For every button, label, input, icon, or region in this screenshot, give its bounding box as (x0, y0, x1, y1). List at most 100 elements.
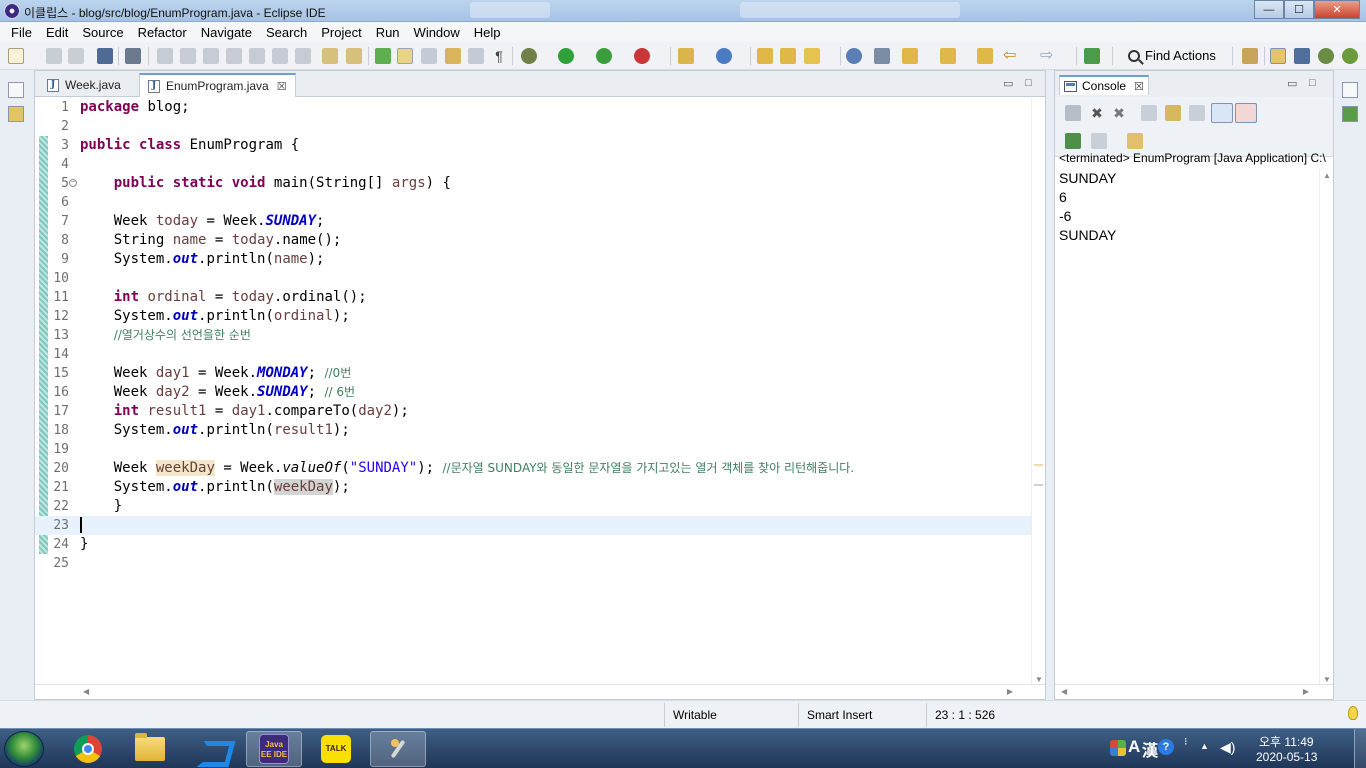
menu-run[interactable]: Run (369, 25, 407, 40)
lightbulb-icon[interactable] (1348, 706, 1358, 720)
scroll-right-icon[interactable]: ▶ (1303, 687, 1309, 696)
forward-arrow-icon[interactable]: ⇨ (1040, 48, 1056, 64)
toggle-breadcrumb-icon[interactable] (375, 48, 391, 64)
fold-toggle-icon[interactable]: − (69, 179, 77, 187)
scroll-left-icon[interactable]: ◀ (83, 687, 89, 696)
save-icon[interactable] (46, 48, 62, 64)
pilcrow-icon[interactable]: ¶ (491, 48, 507, 64)
last-edit-location-icon[interactable] (977, 48, 993, 64)
code-editor[interactable]: 1 package blog; 2 3 public class EnumPro… (35, 98, 1035, 686)
java-ee-perspective-icon[interactable] (1270, 48, 1286, 64)
find-actions-button[interactable]: Find Actions (1128, 48, 1216, 63)
maximize-button[interactable]: ☐ (1284, 0, 1314, 19)
resume-icon[interactable] (157, 48, 173, 64)
console-horizontal-scrollbar[interactable]: ◀ ▶ (1055, 684, 1333, 699)
volume-icon[interactable]: ◀) (1220, 739, 1235, 756)
scroll-right-icon[interactable]: ▶ (1007, 687, 1013, 696)
tools-taskbar-button[interactable] (370, 731, 426, 767)
terminate-console-icon[interactable] (1065, 105, 1081, 121)
search-icon[interactable] (804, 48, 820, 64)
scroll-down-icon[interactable]: ▼ (1323, 675, 1331, 684)
web-browser-icon[interactable] (846, 48, 862, 64)
help-icon[interactable]: ? (1158, 739, 1174, 755)
terminal-icon[interactable] (97, 48, 113, 64)
outline-view-icon[interactable] (1342, 106, 1358, 122)
maximize-editor-icon[interactable]: □ (1025, 77, 1032, 89)
ime-options-icon[interactable]: ⁝ (1184, 735, 1188, 748)
clear-console-icon[interactable] (1141, 105, 1157, 121)
step-return-icon[interactable] (295, 48, 311, 64)
previous-annotation-icon[interactable] (940, 48, 956, 64)
open-type-icon[interactable] (757, 48, 773, 64)
scroll-down-icon[interactable]: ▼ (1035, 675, 1043, 684)
show-desktop-button[interactable] (1354, 729, 1366, 768)
tab-week-java[interactable]: J Week.java (39, 73, 129, 97)
terminate-icon[interactable] (203, 48, 219, 64)
ime-indicator-icon[interactable] (1110, 740, 1126, 756)
package-explorer-icon[interactable] (8, 106, 24, 122)
clock-date[interactable]: 2020-05-13 (1256, 750, 1317, 764)
display-selected-console-icon[interactable] (1091, 133, 1107, 149)
drop-to-frame-icon[interactable] (322, 48, 338, 64)
new-class-icon[interactable] (716, 48, 732, 64)
console-vertical-scrollbar[interactable]: ▲ ▼ (1319, 169, 1333, 686)
clock-time[interactable]: 오후 11:49 (1259, 733, 1314, 750)
ime-hanja-mode[interactable]: 漢 (1142, 737, 1158, 761)
block-selection-icon[interactable] (421, 48, 437, 64)
close-button[interactable]: ✕ (1314, 0, 1360, 19)
show-hidden-icons[interactable]: ▲ (1200, 741, 1209, 751)
mark-occurrences-icon[interactable] (397, 48, 413, 64)
tab-console[interactable]: Console ☒ (1059, 75, 1149, 95)
git-perspective-icon[interactable] (1342, 48, 1358, 64)
show-whitespace-icon[interactable] (445, 48, 461, 64)
eclipse-taskbar-button[interactable]: Java EE IDE (246, 731, 302, 767)
new-java-project-icon[interactable] (678, 48, 694, 64)
new-icon[interactable] (8, 48, 24, 64)
menu-navigate[interactable]: Navigate (194, 25, 259, 40)
step-over-icon[interactable] (272, 48, 288, 64)
step-into-icon[interactable] (249, 48, 265, 64)
menu-edit[interactable]: Edit (39, 25, 75, 40)
close-tab-icon[interactable]: ☒ (277, 80, 287, 93)
java-perspective-icon[interactable] (1294, 48, 1310, 64)
minimize-editor-icon[interactable]: ▭ (1003, 77, 1013, 90)
disconnect-icon[interactable] (226, 48, 242, 64)
menu-help[interactable]: Help (467, 25, 508, 40)
remove-all-terminated-icon[interactable]: ✖ (1111, 105, 1127, 121)
console-output[interactable]: SUNDAY 6 -6 SUNDAY (1059, 169, 1116, 245)
maximize-console-icon[interactable]: □ (1309, 77, 1316, 89)
scroll-left-icon[interactable]: ◀ (1061, 687, 1067, 696)
debug-icon[interactable] (521, 48, 537, 64)
open-task-icon[interactable] (780, 48, 796, 64)
word-wrap-console-icon[interactable] (1189, 105, 1205, 121)
restore-icon[interactable] (8, 82, 24, 98)
scroll-lock-icon[interactable] (1165, 105, 1181, 121)
status-cursor-position[interactable]: 23 : 1 : 526 (926, 703, 1054, 727)
editor-vertical-scrollbar[interactable]: ▼ (1031, 98, 1045, 686)
start-button[interactable] (4, 731, 44, 767)
coverage-icon[interactable] (596, 48, 612, 64)
pin-editor-icon[interactable] (1084, 48, 1100, 64)
word-wrap-icon[interactable] (468, 48, 484, 64)
scroll-up-icon[interactable]: ▲ (1323, 171, 1331, 180)
next-annotation-icon[interactable] (902, 48, 918, 64)
menu-source[interactable]: Source (75, 25, 130, 40)
vscode-taskbar-button[interactable] (184, 731, 240, 767)
overview-ruler-marker[interactable] (1034, 464, 1043, 466)
ime-alpha-mode[interactable]: A (1128, 737, 1140, 757)
menu-file[interactable]: File (4, 25, 39, 40)
annotation-icon[interactable] (874, 48, 890, 64)
back-arrow-icon[interactable]: ⇦ (1003, 48, 1019, 64)
menu-project[interactable]: Project (314, 25, 368, 40)
use-step-filters-icon[interactable] (346, 48, 362, 64)
status-insert-mode[interactable]: Smart Insert (798, 703, 926, 727)
close-console-icon[interactable]: ☒ (1134, 80, 1144, 93)
remove-launch-icon[interactable]: ✖ (1089, 105, 1105, 121)
kakaotalk-taskbar-button[interactable]: TALK (308, 731, 364, 767)
debug-perspective-icon[interactable] (1318, 48, 1334, 64)
restore-icon[interactable] (1342, 82, 1358, 98)
overview-ruler-marker[interactable] (1034, 484, 1043, 486)
external-tools-icon[interactable] (634, 48, 650, 64)
show-on-stdout-icon[interactable] (1211, 103, 1233, 123)
pin-console-icon[interactable] (1065, 133, 1081, 149)
